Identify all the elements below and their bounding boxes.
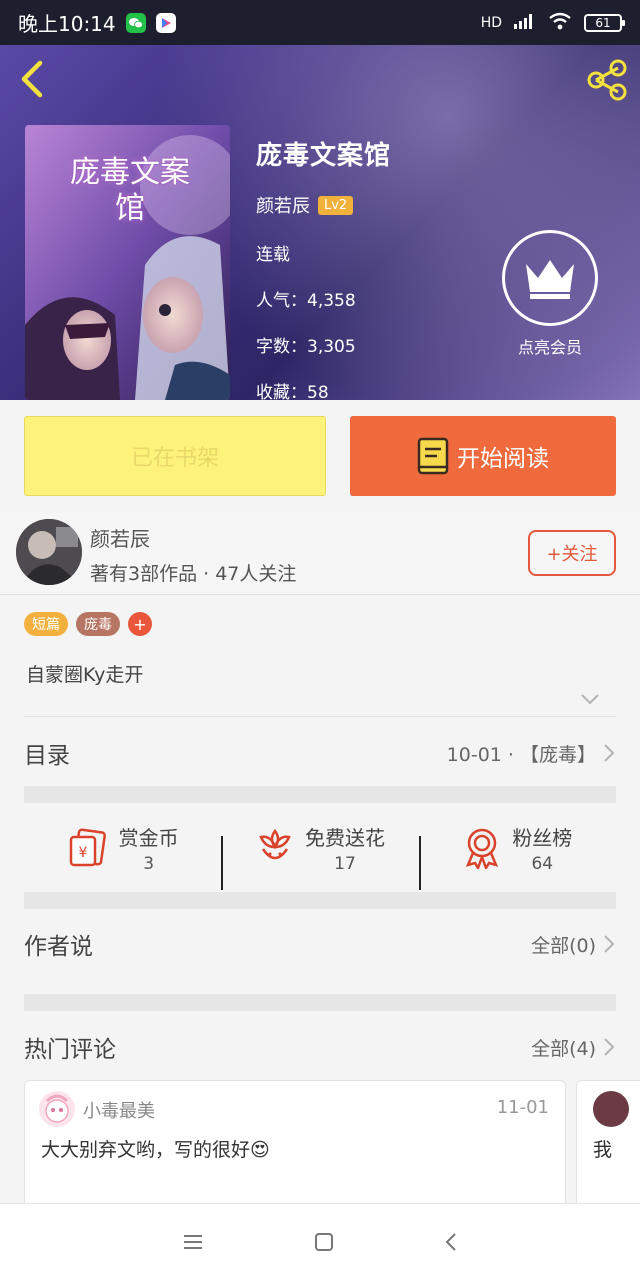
system-nav-bar: [0, 1203, 640, 1280]
stat-label: 粉丝榜: [512, 825, 573, 850]
wifi-icon: [548, 12, 572, 34]
cover-title-text: 庞毒文案馆: [70, 155, 190, 226]
wechat-icon: [125, 12, 146, 33]
stat-value: 64: [531, 853, 554, 874]
comment-card[interactable]: 小毒最美 11-01 大大别弃文哟，写的很好😍: [24, 1080, 566, 1210]
svg-text:¥: ¥: [78, 845, 87, 861]
book-status: 连载: [256, 245, 290, 265]
catalog-title: 目录: [24, 743, 70, 769]
stat-label: 赏金币: [118, 825, 179, 850]
in-bookshelf-button[interactable]: 已在书架: [24, 416, 326, 496]
commenter-avatar[interactable]: [593, 1091, 629, 1127]
catalog-latest: 10-01 · 【庞毒】: [446, 743, 596, 766]
signal-icon: [514, 13, 536, 33]
crown-icon: [526, 260, 574, 299]
comment-text: 大大别弃文哟，写的很好😍: [41, 1139, 270, 1161]
hot-comments-link: 全部(4): [531, 1037, 596, 1060]
tag-short[interactable]: 短篇: [24, 612, 68, 636]
stat-label: 免费送花: [304, 825, 385, 850]
section-divider: [24, 786, 616, 803]
vip-button[interactable]: 点亮会员: [500, 230, 600, 358]
menu-icon[interactable]: [182, 1233, 204, 1251]
share-button[interactable]: [584, 57, 630, 103]
chevron-down-icon[interactable]: [580, 692, 600, 706]
level-badge: Lv2: [318, 195, 354, 215]
battery-indicator: 61: [584, 13, 625, 32]
start-reading-button[interactable]: 开始阅读: [350, 416, 616, 496]
book-title: 庞毒文案馆: [256, 141, 392, 171]
hot-comments-title: 热门评论: [24, 1037, 116, 1063]
author-stats: 著有3部作品 · 47人关注: [90, 563, 297, 585]
stat-value: 3: [143, 853, 155, 874]
reward-coins-stat[interactable]: ¥ 赏金币 3: [24, 822, 221, 874]
follow-button[interactable]: +关注: [528, 530, 616, 576]
tag-list: 短篇 庞毒 +: [24, 612, 152, 636]
tag-pangdu[interactable]: 庞毒: [76, 612, 120, 636]
book-author[interactable]: 颜若辰: [256, 192, 310, 218]
author-says-link: 全部(0): [531, 934, 596, 957]
back-button[interactable]: [16, 59, 52, 99]
stat-value: 17: [334, 853, 356, 874]
home-icon[interactable]: [314, 1232, 334, 1252]
book-popularity: 人气：4,358: [256, 291, 356, 311]
add-tag-button[interactable]: +: [128, 612, 152, 636]
send-flowers-stat[interactable]: 免费送花 17: [221, 822, 418, 890]
fan-ranking-stat[interactable]: 粉丝榜 64: [418, 822, 616, 890]
start-reading-label: 开始阅读: [457, 446, 549, 472]
commenter-avatar[interactable]: [39, 1091, 75, 1127]
book-description: 自蒙圈Ky走开: [26, 664, 144, 686]
share-icon: [587, 59, 627, 101]
catalog-row[interactable]: 目录 10-01 · 【庞毒】: [24, 722, 616, 784]
book-favorites: 收藏：58: [256, 383, 329, 400]
comment-card[interactable]: 我: [576, 1080, 640, 1210]
chevron-left-icon: [21, 60, 43, 98]
play-store-icon: [155, 12, 176, 33]
author-avatar[interactable]: [16, 519, 82, 585]
author-name[interactable]: 颜若辰: [90, 523, 150, 552]
book-word-count: 字数：3,305: [256, 337, 356, 357]
author-says-row[interactable]: 作者说 全部(0): [24, 912, 616, 976]
vip-label: 点亮会员: [517, 338, 582, 357]
flower-icon: [259, 828, 291, 859]
section-divider: [24, 994, 616, 1011]
chevron-right-icon: [604, 935, 615, 953]
author-says-title: 作者说: [24, 934, 93, 960]
book-cover-image[interactable]: 庞毒文案馆: [25, 125, 230, 400]
author-info-row: 颜若辰 著有3部作品 · 47人关注 +关注: [0, 513, 640, 595]
chevron-right-icon: [604, 1038, 615, 1056]
section-divider: [24, 892, 616, 909]
comment-date: 11-01: [496, 1097, 549, 1118]
chevron-right-icon: [604, 744, 615, 762]
support-stats: ¥ 赏金币 3 免费送花 17 粉丝榜 64: [24, 803, 616, 892]
comment-text: 我: [593, 1139, 613, 1161]
network-label: HD: [480, 14, 502, 31]
medal-icon: [466, 828, 499, 869]
back-nav-icon[interactable]: [444, 1231, 458, 1253]
status-time: 晚上10:14: [18, 12, 116, 36]
book-header: 庞毒文案馆 庞毒文案馆 颜若辰 Lv2 连载 人气：4,358 字数：3,305…: [0, 45, 640, 400]
hot-comments-row[interactable]: 热门评论 全部(4): [24, 1016, 616, 1078]
commenter-name[interactable]: 小毒最美: [83, 1097, 155, 1123]
status-bar: 晚上10:14 HD 61: [0, 0, 640, 45]
book-icon: [417, 437, 449, 475]
reward-envelope-icon: ¥: [69, 827, 106, 866]
divider: [24, 716, 616, 717]
